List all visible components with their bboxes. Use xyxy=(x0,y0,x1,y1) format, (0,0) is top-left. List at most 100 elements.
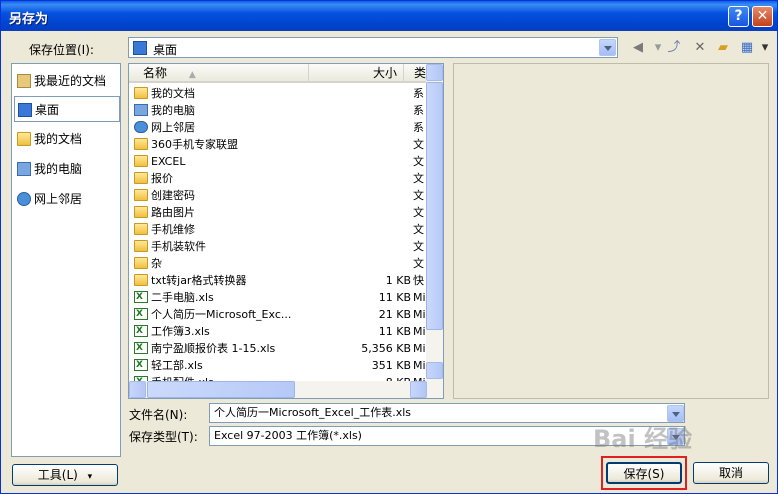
place-my-computer[interactable]: 我的电脑 xyxy=(14,156,120,182)
dialog-title: 另存为 xyxy=(9,12,49,27)
watermark: Bai 经验 xyxy=(593,425,693,453)
file-row[interactable]: 手机装软件 文 xyxy=(129,238,427,255)
folder-icon xyxy=(134,206,148,218)
place-label: 网上邻居 xyxy=(34,192,83,206)
column-name-label: 名称 xyxy=(143,66,168,80)
file-type: Mi xyxy=(413,308,426,321)
file-row[interactable]: 我的电脑 系 xyxy=(129,102,427,119)
title-bar[interactable]: 另存为 ? ✕ xyxy=(1,1,777,31)
file-row[interactable]: txt转jar格式转换器 1 KB 快 xyxy=(129,272,427,289)
places-bar: 我最近的文档 桌面 我的文档 我的电脑 网上邻居 xyxy=(11,63,121,457)
file-row[interactable]: 路由图片 文 xyxy=(129,204,427,221)
place-network[interactable]: 网上邻居 xyxy=(14,186,120,212)
excel-file-icon xyxy=(134,357,148,374)
file-name: 手机装软件 xyxy=(151,240,206,253)
folder-icon xyxy=(134,240,148,252)
views-icon[interactable]: ▦ xyxy=(738,40,756,56)
computer-icon xyxy=(134,104,148,116)
file-type: Mi xyxy=(413,291,426,304)
file-row[interactable]: 杂文 xyxy=(129,255,427,272)
save-as-dialog: 另存为 ? ✕ 保存位置(I): 桌面 ◀ ▾ ⤴ ✕ ▰ ▦ ▾ 我最近的文档… xyxy=(0,0,778,494)
file-name: 杂 xyxy=(151,257,162,270)
close-button[interactable]: ✕ xyxy=(752,6,773,27)
scroll-left-icon[interactable] xyxy=(129,381,146,398)
place-label: 桌面 xyxy=(35,103,60,117)
delete-icon[interactable]: ✕ xyxy=(691,40,709,56)
file-size: 11 KB xyxy=(378,325,411,338)
file-row[interactable]: 二手电脑.xls 11 KBMi xyxy=(129,289,427,306)
place-desktop[interactable]: 桌面 xyxy=(14,96,120,122)
desktop-icon xyxy=(133,41,147,55)
file-type: Mi xyxy=(413,359,426,372)
network-icon xyxy=(17,192,31,206)
file-name: 报价 xyxy=(151,172,173,185)
file-row[interactable]: 网上邻居 系 xyxy=(129,119,427,136)
folder-icon xyxy=(134,189,148,201)
file-size: 5,356 KB xyxy=(361,342,411,355)
new-folder-icon[interactable]: ▰ xyxy=(714,40,732,56)
folder-icon xyxy=(134,223,148,235)
folder-icon xyxy=(134,172,148,184)
location-value: 桌面 xyxy=(153,43,178,57)
vertical-scrollbar[interactable] xyxy=(426,64,443,398)
file-name: 我的文档 xyxy=(151,87,195,100)
scroll-thumb[interactable] xyxy=(426,82,443,330)
file-row[interactable]: 360手机专家联盟 文 xyxy=(129,136,427,153)
file-type: 文 xyxy=(413,172,424,185)
file-type: 文 xyxy=(413,223,424,236)
folder-icon xyxy=(134,138,148,150)
file-name: 360手机专家联盟 xyxy=(151,138,238,151)
tools-label: 工具(L) xyxy=(37,468,78,482)
excel-file-icon xyxy=(134,323,148,340)
tools-dropdown-icon: ▾ xyxy=(87,472,93,482)
place-label: 我的电脑 xyxy=(34,162,83,176)
file-row[interactable]: 报价 文 xyxy=(129,170,427,187)
folder-icon xyxy=(134,87,148,99)
file-type: 文 xyxy=(413,257,424,270)
file-row[interactable]: 我的文档 系 xyxy=(129,85,427,102)
column-header-type[interactable]: 类 xyxy=(404,64,428,83)
column-header-name[interactable]: 名称 ▲ xyxy=(129,64,309,83)
file-name: txt转jar格式转换器 xyxy=(151,274,247,287)
back-icon[interactable]: ◀ xyxy=(629,40,647,56)
cancel-button[interactable]: 取消 xyxy=(693,462,769,484)
file-list[interactable]: 名称 ▲ 大小 类 我的文档系我的电脑系网上邻居系 360手机专家联盟文 EXCEL… xyxy=(128,63,444,399)
file-size: 351 KB xyxy=(371,359,411,372)
file-row[interactable]: 个人简历一Microsoft_Exc... 21 KBMi xyxy=(129,306,427,323)
folder-icon xyxy=(134,257,148,269)
file-name: EXCEL xyxy=(151,155,186,168)
up-folder-icon[interactable]: ⤴ xyxy=(665,40,683,56)
file-name: 创建密码 xyxy=(151,189,195,202)
file-size: 11 KB xyxy=(378,291,411,304)
place-recent[interactable]: 我最近的文档 xyxy=(14,68,120,94)
file-row[interactable]: EXCEL 文 xyxy=(129,153,427,170)
help-button[interactable]: ? xyxy=(728,6,749,27)
highlight-box xyxy=(601,456,687,490)
file-type: 文 xyxy=(413,206,424,219)
horizontal-scrollbar[interactable] xyxy=(129,381,427,398)
hscroll-thumb[interactable] xyxy=(147,381,295,398)
chevron-down-icon[interactable] xyxy=(599,39,616,56)
file-type: Mi xyxy=(413,342,426,355)
file-row[interactable]: 轻工部.xls 351 KBMi xyxy=(129,357,427,374)
scroll-down-icon[interactable] xyxy=(426,362,443,379)
file-type: 系 xyxy=(413,87,424,100)
sort-asc-icon: ▲ xyxy=(188,70,196,80)
scroll-right-icon[interactable] xyxy=(410,381,427,398)
file-row[interactable]: 南宁盈顺报价表 1-15.xls 5,356 KBMi xyxy=(129,340,427,357)
scroll-up-icon[interactable] xyxy=(426,64,443,81)
file-name: 网上邻居 xyxy=(151,121,195,134)
file-row[interactable]: 创建密码 文 xyxy=(129,187,427,204)
file-type: 系 xyxy=(413,121,424,134)
file-row[interactable]: 工作簿3.xls 11 KBMi xyxy=(129,323,427,340)
tools-button[interactable]: 工具(L) ▾ xyxy=(12,464,118,486)
column-header-size[interactable]: 大小 xyxy=(309,64,404,83)
file-row[interactable]: 手机维修 文 xyxy=(129,221,427,238)
location-select[interactable]: 桌面 xyxy=(128,37,618,58)
location-label: 保存位置(I): xyxy=(29,43,94,57)
file-size: 21 KB xyxy=(378,308,411,321)
file-name: 路由图片 xyxy=(151,206,195,219)
views-dropdown-icon[interactable]: ▾ xyxy=(756,40,774,56)
place-my-documents[interactable]: 我的文档 xyxy=(14,126,120,152)
recent-docs-icon xyxy=(17,74,31,88)
